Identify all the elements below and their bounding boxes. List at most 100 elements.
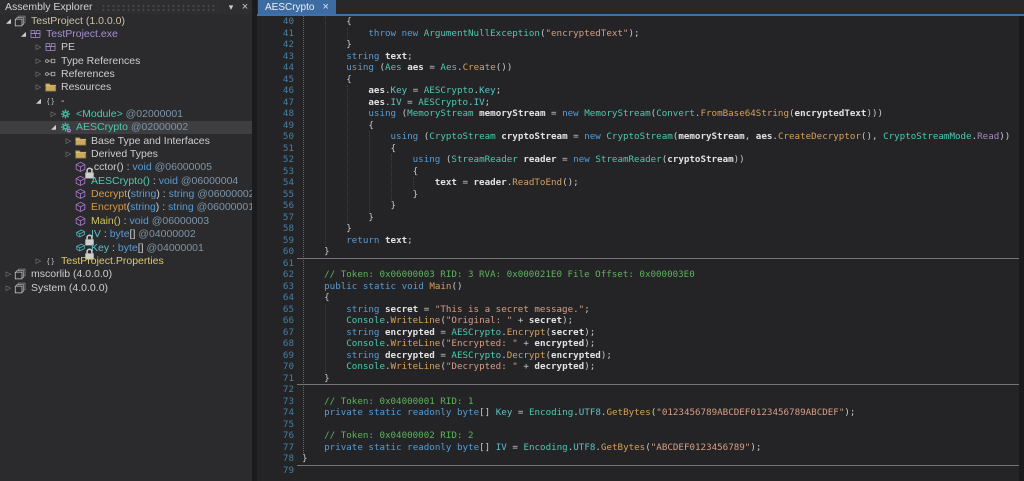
- tree-item-testproject[interactable]: ◢ TestProject (1.0.0.0): [0, 14, 252, 27]
- tree-item-cctor[interactable]: .cctor() : void @06000005: [0, 161, 252, 179]
- tree-item-aescrypto[interactable]: ◢ AESCrypto @02000002: [0, 120, 252, 135]
- svg-text:{ }: { }: [47, 256, 55, 265]
- line-number: 50: [282, 131, 294, 142]
- expander-expanded-icon[interactable]: ◢: [3, 17, 14, 25]
- code-line-46: 46 aes.Key = AESCrypto.Key;: [257, 85, 1024, 97]
- line-number: 73: [282, 395, 294, 407]
- method-icon: [74, 201, 88, 213]
- expander-collapsed-icon[interactable]: ▷: [63, 137, 74, 145]
- code-text: aes.IV = AESCrypto.IV;: [368, 96, 491, 108]
- expander-collapsed-icon[interactable]: ▷: [3, 270, 14, 278]
- tree-item-decrypt[interactable]: Decrypt(string) : string @06000002: [0, 187, 255, 201]
- line-number: 57: [282, 211, 294, 223]
- line-number: 58: [282, 223, 294, 234]
- line-number: 75: [282, 418, 294, 430]
- line-number: 44: [282, 62, 294, 73]
- tree-item-mscorlib[interactable]: ▷ mscorlib (4.0.0.0): [0, 268, 252, 281]
- code-line-40: 40 {: [257, 16, 1024, 28]
- tree-item-derived-types[interactable]: ▷ Derived Types: [0, 147, 252, 160]
- member-separator: [297, 384, 1024, 385]
- code-line-74: 74 private static readonly byte[] Key = …: [257, 407, 1024, 419]
- class-icon: [59, 108, 73, 120]
- code-line-61: 61: [257, 258, 1024, 270]
- code-line-50: 50 using (CryptoStream cryptoStream = ne…: [257, 131, 1024, 143]
- expander-expanded-icon[interactable]: ◢: [18, 30, 29, 38]
- expander-collapsed-icon[interactable]: ▷: [33, 57, 44, 65]
- namespace-icon: { }: [44, 95, 58, 107]
- expander-collapsed-icon[interactable]: ▷: [33, 70, 44, 78]
- tree-item-label: Resources: [61, 81, 112, 94]
- line-number: 56: [282, 200, 294, 211]
- expander-collapsed-icon[interactable]: ▷: [33, 43, 44, 51]
- line-number: 67: [282, 326, 294, 338]
- code-line-43: 43 string text;: [257, 51, 1024, 63]
- code-line-71: 71 }: [257, 373, 1024, 385]
- tree-item-module-type[interactable]: ▷ <Module> @02000001: [0, 107, 252, 120]
- module-icon: [44, 41, 58, 53]
- code-text: string secret = "This is a secret messag…: [346, 303, 590, 315]
- tree-item-label: IV : byte[] @04000002: [91, 228, 196, 241]
- line-number: 71: [282, 372, 294, 384]
- member-separator: [297, 464, 1024, 466]
- code-text: }: [302, 188, 419, 200]
- expander-collapsed-icon[interactable]: ▷: [33, 83, 44, 91]
- line-number: 52: [282, 154, 294, 165]
- expander-collapsed-icon[interactable]: ▷: [33, 257, 44, 265]
- tree-item-main[interactable]: Main() : void @06000003: [0, 214, 252, 227]
- tree-item-label: Type References: [61, 54, 141, 67]
- close-icon[interactable]: ×: [238, 0, 252, 14]
- tree-item-label: TestProject.Properties: [61, 254, 164, 267]
- tree-item-label: System (4.0.0.0): [31, 281, 109, 294]
- expander-expanded-icon[interactable]: ◢: [33, 97, 44, 105]
- typeref-icon: [44, 55, 58, 67]
- code-line-41: 41 throw new ArgumentNullException("encr…: [257, 28, 1024, 40]
- code-text: {: [302, 119, 374, 131]
- method-icon: [74, 188, 88, 200]
- line-number: 62: [282, 269, 294, 280]
- tree-item-label: TestProject.exe: [46, 28, 118, 41]
- expander-collapsed-icon[interactable]: ▷: [63, 150, 74, 158]
- line-number: 41: [282, 27, 294, 39]
- tree-item-key[interactable]: Key : byte[] @04000001: [0, 241, 252, 259]
- method-icon: [74, 175, 88, 187]
- assembly-explorer-panel: Assembly Explorer ▾ × ◢ TestProject (1.0.…: [0, 0, 255, 481]
- tree-item-label: TestProject (1.0.0.0): [31, 14, 125, 27]
- member-separator: [297, 257, 1024, 259]
- method-icon: [74, 215, 88, 227]
- line-number: 51: [282, 142, 294, 154]
- tree-item-ctor-aescrypto[interactable]: AESCrypto() : void @06000004: [0, 174, 252, 187]
- tree-item-type-references[interactable]: ▷ Type References: [0, 54, 252, 67]
- line-number: 55: [282, 188, 294, 200]
- tree-item-testproject-exe[interactable]: ◢ TestProject.exe: [0, 27, 252, 40]
- tree-item-namespace-empty[interactable]: ◢{ } -: [0, 94, 252, 107]
- expander-expanded-icon[interactable]: ◢: [48, 123, 59, 131]
- tab-close-icon[interactable]: ×: [322, 2, 328, 13]
- tree-item-encrypt[interactable]: Encrypt(string) : string @06000001: [0, 201, 254, 214]
- code-text: string decrypted = AESCrypto.Decrypt(enc…: [346, 349, 612, 361]
- expander-collapsed-icon[interactable]: ▷: [3, 284, 14, 292]
- tree-item-references[interactable]: ▷ References: [0, 67, 252, 80]
- expander-collapsed-icon[interactable]: ▷: [48, 110, 59, 118]
- tree-item-label: Decrypt(string) : string @06000002: [91, 188, 255, 201]
- tree-item-system[interactable]: ▷ System (4.0.0.0): [0, 281, 252, 294]
- line-number: 60: [282, 246, 294, 257]
- code-text: }: [302, 39, 352, 50]
- code-line-65: 65 string secret = "This is a secret mes…: [257, 304, 1024, 316]
- code-line-62: 62 // Token: 0x06000003 RID: 3 RVA: 0x00…: [257, 269, 1024, 281]
- line-number: 40: [282, 16, 294, 27]
- chevron-down-icon[interactable]: ▾: [224, 0, 238, 14]
- code-text: Console.WriteLine("Encrypted: " + encryp…: [346, 338, 596, 349]
- code-editor[interactable]: 40 {41 throw new ArgumentNullException("…: [257, 16, 1024, 481]
- code-line-57: 57 }: [257, 212, 1024, 224]
- tree-item-resources[interactable]: ▷ Resources: [0, 81, 252, 94]
- tab-aescrypto[interactable]: AESCrypto ×: [258, 0, 336, 14]
- tree-item-pe[interactable]: ▷ PE: [0, 41, 252, 54]
- editor-scrollbar[interactable]: [1019, 16, 1024, 481]
- code-line-42: 42 }: [257, 39, 1024, 51]
- tree-item-label: <Module> @02000001: [76, 108, 183, 121]
- tree-item-testproject-properties[interactable]: ▷{ } TestProject.Properties: [0, 254, 252, 267]
- tree-item-base-type-and-interfaces[interactable]: ▷ Base Type and Interfaces: [0, 134, 252, 147]
- line-number: 61: [282, 257, 294, 269]
- line-number: 46: [282, 85, 294, 96]
- tree-item-iv[interactable]: IV : byte[] @04000002: [0, 228, 252, 246]
